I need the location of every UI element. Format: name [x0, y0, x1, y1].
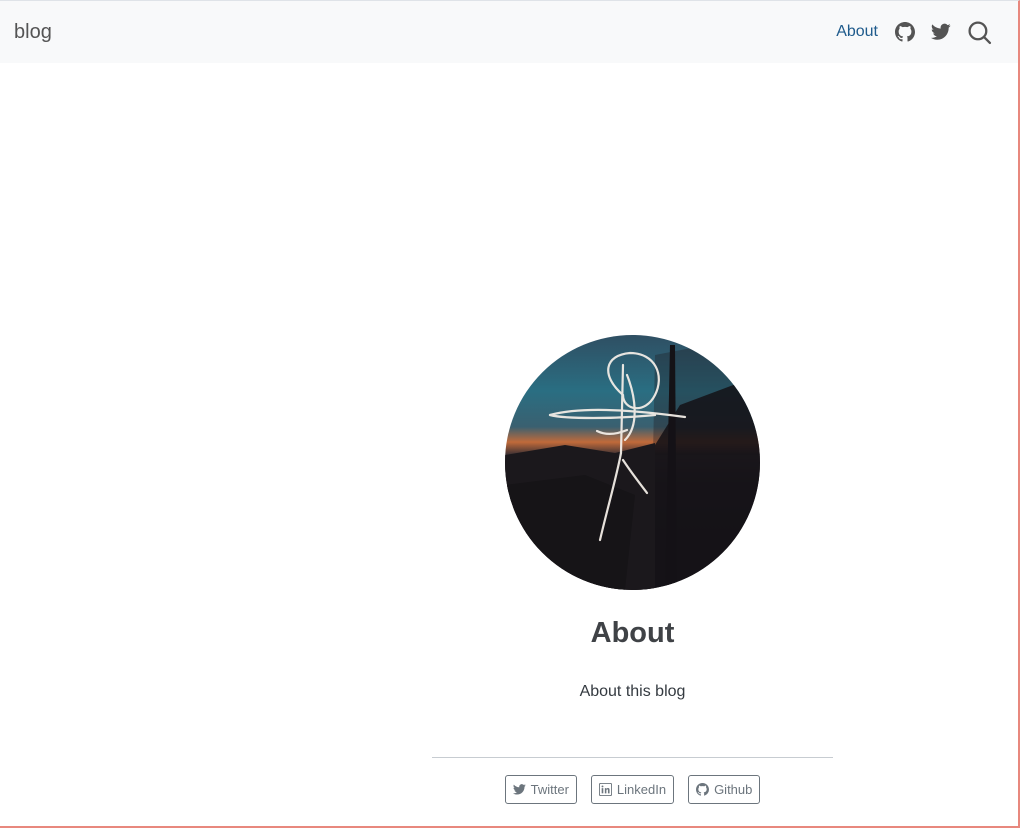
- search-icon[interactable]: [967, 20, 992, 45]
- github-link-button[interactable]: Github: [688, 775, 761, 804]
- site-brand[interactable]: blog: [14, 21, 52, 44]
- github-link-label: Github: [714, 782, 753, 797]
- twitter-icon[interactable]: [931, 23, 951, 41]
- twitter-link-label: Twitter: [530, 782, 569, 797]
- nav-right: About: [836, 20, 1004, 45]
- github-icon: [696, 783, 710, 796]
- github-icon[interactable]: [895, 22, 915, 42]
- linkedin-icon: [598, 783, 612, 796]
- linkedin-link-label: LinkedIn: [616, 782, 667, 797]
- nav-about-link[interactable]: About: [836, 23, 878, 41]
- profile-avatar: [505, 335, 760, 590]
- about-title: About: [590, 617, 675, 649]
- linkedin-link-button[interactable]: LinkedIn: [590, 775, 675, 804]
- divider: [432, 757, 833, 758]
- twitter-icon: [512, 784, 526, 795]
- twitter-link-button[interactable]: Twitter: [504, 775, 577, 804]
- about-description: About this blog: [579, 683, 686, 700]
- about-section: About About this blog Twitter LinkedIn G…: [432, 335, 833, 804]
- social-links: Twitter LinkedIn Github: [498, 775, 768, 804]
- navbar: blog About: [0, 0, 1018, 63]
